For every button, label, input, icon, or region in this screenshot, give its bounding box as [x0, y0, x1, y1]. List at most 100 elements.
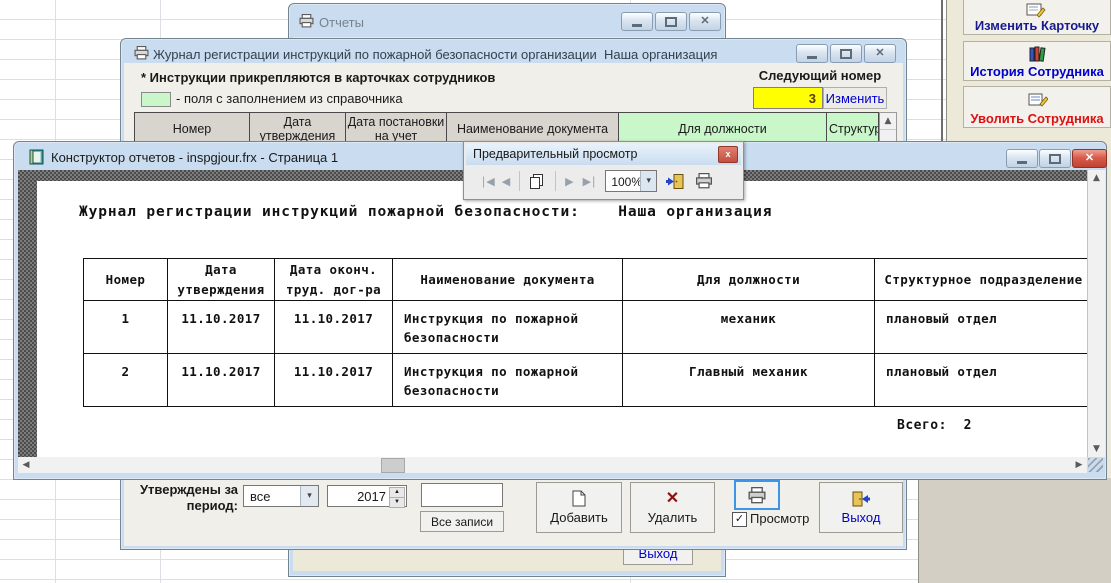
period-select[interactable]: все ▾ [243, 485, 319, 507]
prev-page-icon[interactable]: ◀ [502, 176, 510, 187]
cell-number: 2 [84, 354, 168, 406]
spin-down-icon[interactable]: ▼ [389, 497, 405, 508]
reports-window-title: Отчеты [319, 15, 364, 30]
delete-label: Удалить [648, 510, 698, 525]
maximize-button[interactable] [655, 12, 687, 31]
horizontal-scrollbar[interactable]: ◀ ▶ [18, 457, 1087, 473]
cell-date-end: 11.10.2017 [275, 354, 393, 406]
cell-date-end: 11.10.2017 [275, 301, 393, 353]
chevron-down-icon[interactable]: ▾ [640, 171, 656, 191]
report-heading: Журнал регистрации инструкций пожарной б… [79, 204, 772, 220]
preview-toolbar-body: ❘◀ ◀ ▶ ▶❘ 100% ▾ [466, 165, 741, 197]
scroll-up-icon[interactable]: ▲ [1088, 170, 1105, 186]
cell-position: механик [623, 301, 875, 353]
toolbar-separator [555, 171, 556, 191]
preview-toolbar-window: Предварительный просмотр x ❘◀ ◀ ▶ ▶❘ 100… [463, 141, 744, 200]
scroll-left-icon[interactable]: ◀ [18, 457, 34, 473]
printer-icon [299, 14, 314, 28]
maximize-icon [665, 17, 677, 27]
maximize-icon [840, 49, 852, 59]
vertical-scrollbar[interactable]: ▲ ▼ [1087, 170, 1105, 457]
report-column-header: Для должности [623, 259, 875, 301]
printer-icon[interactable] [694, 173, 714, 189]
printer-icon [134, 46, 149, 60]
next-page-icon[interactable]: ▶ [565, 176, 573, 187]
report-total: Всего: 2 [897, 418, 972, 433]
preview-backdrop: Журнал регистрации инструкций пожарной б… [18, 170, 1087, 457]
preview-toolbar-titlebar: Предварительный просмотр x [466, 144, 741, 165]
close-icon[interactable]: x [718, 146, 738, 163]
first-page-icon[interactable]: ❘◀ [479, 176, 493, 187]
close-icon: ✕ [875, 48, 884, 59]
dismiss-note-icon [1028, 92, 1048, 108]
card-edit-icon [1026, 3, 1046, 18]
scroll-up-icon[interactable]: ▲ [880, 113, 896, 130]
period-select-value: все [250, 489, 271, 504]
report-column-header: Дата утверждения [168, 259, 275, 301]
last-page-icon[interactable]: ▶❘ [583, 176, 597, 187]
preview-checkbox-label: Просмотр [750, 511, 809, 526]
instructions-note: * Инструкции прикрепляются в карточках с… [141, 70, 495, 85]
report-column-header: Наименование документа [393, 259, 623, 301]
close-button[interactable]: ✕ [864, 44, 896, 63]
add-button[interactable]: Добавить [536, 482, 622, 533]
change-number-button[interactable]: Изменить [823, 87, 887, 109]
printer-icon [747, 487, 767, 504]
report-page: Журнал регистрации инструкций пожарной б… [37, 181, 1087, 457]
report-table-row: 1 11.10.2017 11.10.2017 Инструкция по по… [84, 301, 1092, 354]
preview-checkbox[interactable]: ✓ [732, 512, 747, 527]
zoom-select[interactable]: 100% ▾ [605, 170, 657, 192]
next-number-label: Следующий номер [754, 68, 886, 83]
maximize-icon [1049, 154, 1061, 164]
edit-card-button[interactable]: Изменить Карточку [963, 0, 1111, 35]
scroll-down-icon[interactable]: ▼ [1088, 441, 1105, 457]
close-button[interactable]: ✕ [1072, 149, 1107, 168]
maximize-button[interactable] [1039, 149, 1071, 168]
pages-icon[interactable] [529, 173, 546, 190]
scrollbar-thumb[interactable] [381, 458, 405, 473]
cell-department: плановый отдел [875, 301, 1092, 353]
edit-card-label: Изменить Карточку [964, 18, 1110, 33]
cell-document: Инструкция по пожарной безопасности [393, 301, 623, 353]
scroll-right-icon[interactable]: ▶ [1071, 457, 1087, 473]
close-icon: ✕ [1085, 153, 1094, 164]
close-button[interactable]: ✕ [689, 12, 721, 31]
delete-x-icon: ✕ [666, 491, 679, 507]
resize-grip[interactable] [1088, 458, 1103, 472]
close-icon: ✕ [700, 16, 709, 27]
minimize-icon [1017, 161, 1027, 164]
minimize-icon [807, 56, 817, 59]
exit-door-icon[interactable] [666, 173, 685, 190]
legend-swatch [141, 92, 171, 107]
minimize-icon [632, 24, 642, 27]
exit-door-icon [852, 491, 871, 507]
report-window-title: Конструктор отчетов - inspgjour.frx - Ст… [51, 150, 338, 165]
cell-position: Главный механик [623, 354, 875, 406]
all-records-button[interactable]: Все записи [420, 511, 504, 532]
report-book-icon [29, 149, 44, 165]
report-column-header: Дата оконч. труд. дог-ра [275, 259, 393, 301]
minimize-button[interactable] [796, 44, 828, 63]
journal-exit-label: Выход [842, 510, 881, 525]
cell-number: 1 [84, 301, 168, 353]
add-document-icon [572, 490, 586, 507]
zoom-value: 100% [611, 175, 642, 189]
toolbar-separator [519, 171, 520, 191]
filter-input[interactable] [421, 483, 503, 507]
delete-button[interactable]: ✕ Удалить [630, 482, 715, 533]
history-button[interactable]: История Сотрудника [963, 41, 1111, 81]
minimize-button[interactable] [621, 12, 653, 31]
legend-text: - поля с заполнением из справочника [176, 91, 403, 106]
maximize-button[interactable] [830, 44, 862, 63]
dismiss-button[interactable]: Уволить Сотрудника [963, 86, 1111, 128]
year-spinner[interactable]: 2017 ▲ ▼ [327, 485, 407, 507]
preview-toolbar-title: Предварительный просмотр [473, 147, 637, 161]
chevron-down-icon[interactable]: ▾ [300, 486, 318, 506]
next-number-field[interactable]: 3 [753, 87, 823, 109]
minimize-button[interactable] [1006, 149, 1038, 168]
print-preview-button[interactable] [734, 480, 780, 510]
all-records-label: Все записи [431, 515, 493, 529]
journal-exit-button[interactable]: Выход [819, 482, 903, 533]
report-table: Номер Дата утверждения Дата оконч. труд.… [83, 258, 1093, 407]
report-column-header: Номер [84, 259, 168, 301]
